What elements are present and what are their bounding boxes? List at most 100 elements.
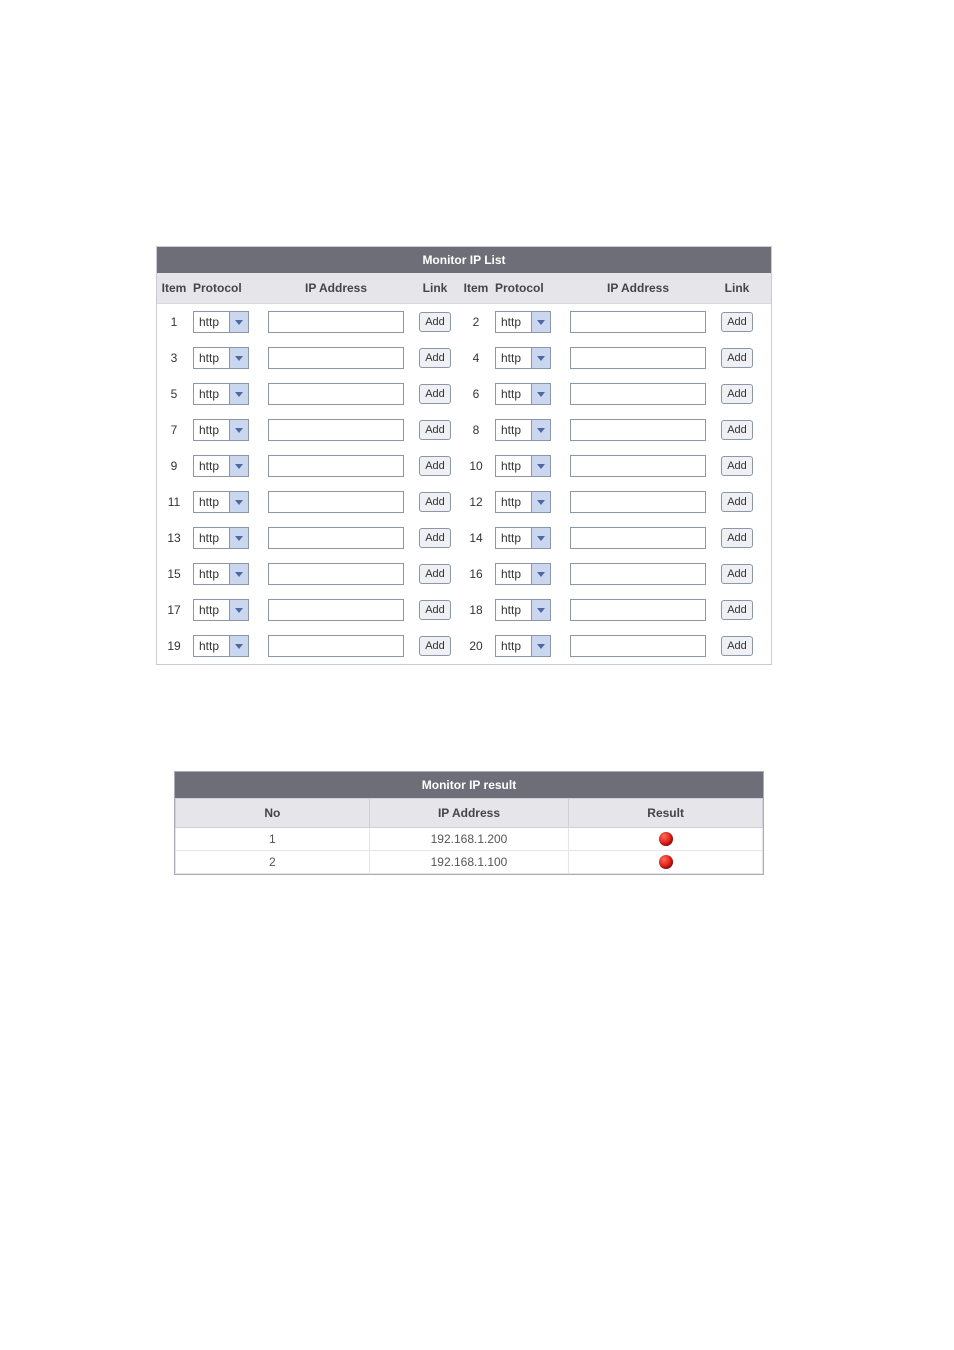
item-number: 8 — [459, 423, 493, 437]
chevron-down-icon[interactable] — [531, 492, 550, 512]
protocol-cell: http — [493, 527, 563, 549]
protocol-select[interactable]: http — [193, 527, 249, 549]
chevron-down-icon[interactable] — [229, 312, 248, 332]
chevron-down-icon[interactable] — [229, 492, 248, 512]
protocol-select[interactable]: http — [495, 635, 551, 657]
protocol-select[interactable]: http — [193, 563, 249, 585]
ip-address-input[interactable] — [570, 491, 706, 513]
ip-address-input[interactable] — [570, 347, 706, 369]
chevron-down-icon[interactable] — [531, 636, 550, 656]
add-button[interactable]: Add — [721, 420, 753, 440]
chevron-down-icon[interactable] — [531, 384, 550, 404]
ip-address-input[interactable] — [570, 455, 706, 477]
protocol-select[interactable]: http — [193, 455, 249, 477]
monitor-ip-list-panel: Monitor IP List Item Protocol IP Address… — [156, 246, 772, 665]
chevron-down-icon[interactable] — [229, 636, 248, 656]
result-header-result: Result — [569, 799, 763, 828]
ip-address-input[interactable] — [570, 635, 706, 657]
ip-address-input[interactable] — [570, 419, 706, 441]
link-cell: Add — [713, 492, 761, 512]
add-button[interactable]: Add — [721, 456, 753, 476]
ip-cell — [563, 563, 713, 585]
item-number: 5 — [157, 387, 191, 401]
chevron-down-icon[interactable] — [229, 564, 248, 584]
add-button[interactable]: Add — [419, 348, 451, 368]
chevron-down-icon[interactable] — [531, 348, 550, 368]
add-button[interactable]: Add — [721, 636, 753, 656]
ip-address-input[interactable] — [268, 527, 404, 549]
protocol-select[interactable]: http — [193, 635, 249, 657]
add-button[interactable]: Add — [419, 564, 451, 584]
ip-address-input[interactable] — [268, 419, 404, 441]
ip-cell — [261, 563, 411, 585]
ip-address-input[interactable] — [570, 527, 706, 549]
chevron-down-icon[interactable] — [229, 420, 248, 440]
add-button[interactable]: Add — [419, 312, 451, 332]
add-button[interactable]: Add — [721, 384, 753, 404]
add-button[interactable]: Add — [419, 420, 451, 440]
protocol-select[interactable]: http — [495, 563, 551, 585]
ip-address-input[interactable] — [570, 599, 706, 621]
link-cell: Add — [411, 492, 459, 512]
link-cell: Add — [713, 420, 761, 440]
chevron-down-icon[interactable] — [531, 456, 550, 476]
item-number: 20 — [459, 639, 493, 653]
chevron-down-icon[interactable] — [531, 528, 550, 548]
add-button[interactable]: Add — [419, 456, 451, 476]
protocol-select[interactable]: http — [193, 419, 249, 441]
protocol-select-value: http — [496, 456, 531, 476]
ip-address-input[interactable] — [570, 383, 706, 405]
ip-cell — [261, 455, 411, 477]
protocol-select[interactable]: http — [495, 455, 551, 477]
chevron-down-icon[interactable] — [531, 312, 550, 332]
add-button[interactable]: Add — [419, 528, 451, 548]
add-button[interactable]: Add — [721, 564, 753, 584]
add-button[interactable]: Add — [721, 348, 753, 368]
ip-address-input[interactable] — [268, 599, 404, 621]
ip-address-input[interactable] — [268, 635, 404, 657]
add-button[interactable]: Add — [419, 384, 451, 404]
chevron-down-icon[interactable] — [229, 348, 248, 368]
ip-address-input[interactable] — [268, 455, 404, 477]
protocol-select[interactable]: http — [193, 311, 249, 333]
add-button[interactable]: Add — [419, 492, 451, 512]
protocol-cell: http — [191, 419, 261, 441]
ip-address-input[interactable] — [268, 491, 404, 513]
ip-address-input[interactable] — [570, 311, 706, 333]
chevron-down-icon[interactable] — [229, 456, 248, 476]
protocol-select[interactable]: http — [193, 491, 249, 513]
protocol-select[interactable]: http — [495, 419, 551, 441]
add-button[interactable]: Add — [721, 312, 753, 332]
ip-address-input[interactable] — [570, 563, 706, 585]
chevron-down-icon[interactable] — [229, 600, 248, 620]
protocol-select-value: http — [194, 312, 229, 332]
header-item-2: Item — [459, 281, 493, 295]
ip-address-input[interactable] — [268, 563, 404, 585]
protocol-cell: http — [191, 527, 261, 549]
chevron-down-icon[interactable] — [229, 384, 248, 404]
chevron-down-icon[interactable] — [531, 600, 550, 620]
add-button[interactable]: Add — [419, 600, 451, 620]
chevron-down-icon[interactable] — [531, 420, 550, 440]
protocol-select[interactable]: http — [193, 599, 249, 621]
chevron-down-icon[interactable] — [229, 528, 248, 548]
protocol-select[interactable]: http — [193, 383, 249, 405]
monitor-ip-list-row: 19httpAdd20httpAdd — [157, 628, 771, 664]
add-button[interactable]: Add — [419, 636, 451, 656]
protocol-select[interactable]: http — [495, 599, 551, 621]
protocol-select[interactable]: http — [495, 527, 551, 549]
protocol-select[interactable]: http — [495, 347, 551, 369]
add-button[interactable]: Add — [721, 492, 753, 512]
link-cell: Add — [411, 528, 459, 548]
protocol-select[interactable]: http — [495, 491, 551, 513]
header-link-2: Link — [713, 281, 761, 295]
protocol-select[interactable]: http — [495, 311, 551, 333]
ip-address-input[interactable] — [268, 383, 404, 405]
add-button[interactable]: Add — [721, 528, 753, 548]
ip-address-input[interactable] — [268, 311, 404, 333]
chevron-down-icon[interactable] — [531, 564, 550, 584]
ip-address-input[interactable] — [268, 347, 404, 369]
protocol-select[interactable]: http — [495, 383, 551, 405]
protocol-select[interactable]: http — [193, 347, 249, 369]
add-button[interactable]: Add — [721, 600, 753, 620]
